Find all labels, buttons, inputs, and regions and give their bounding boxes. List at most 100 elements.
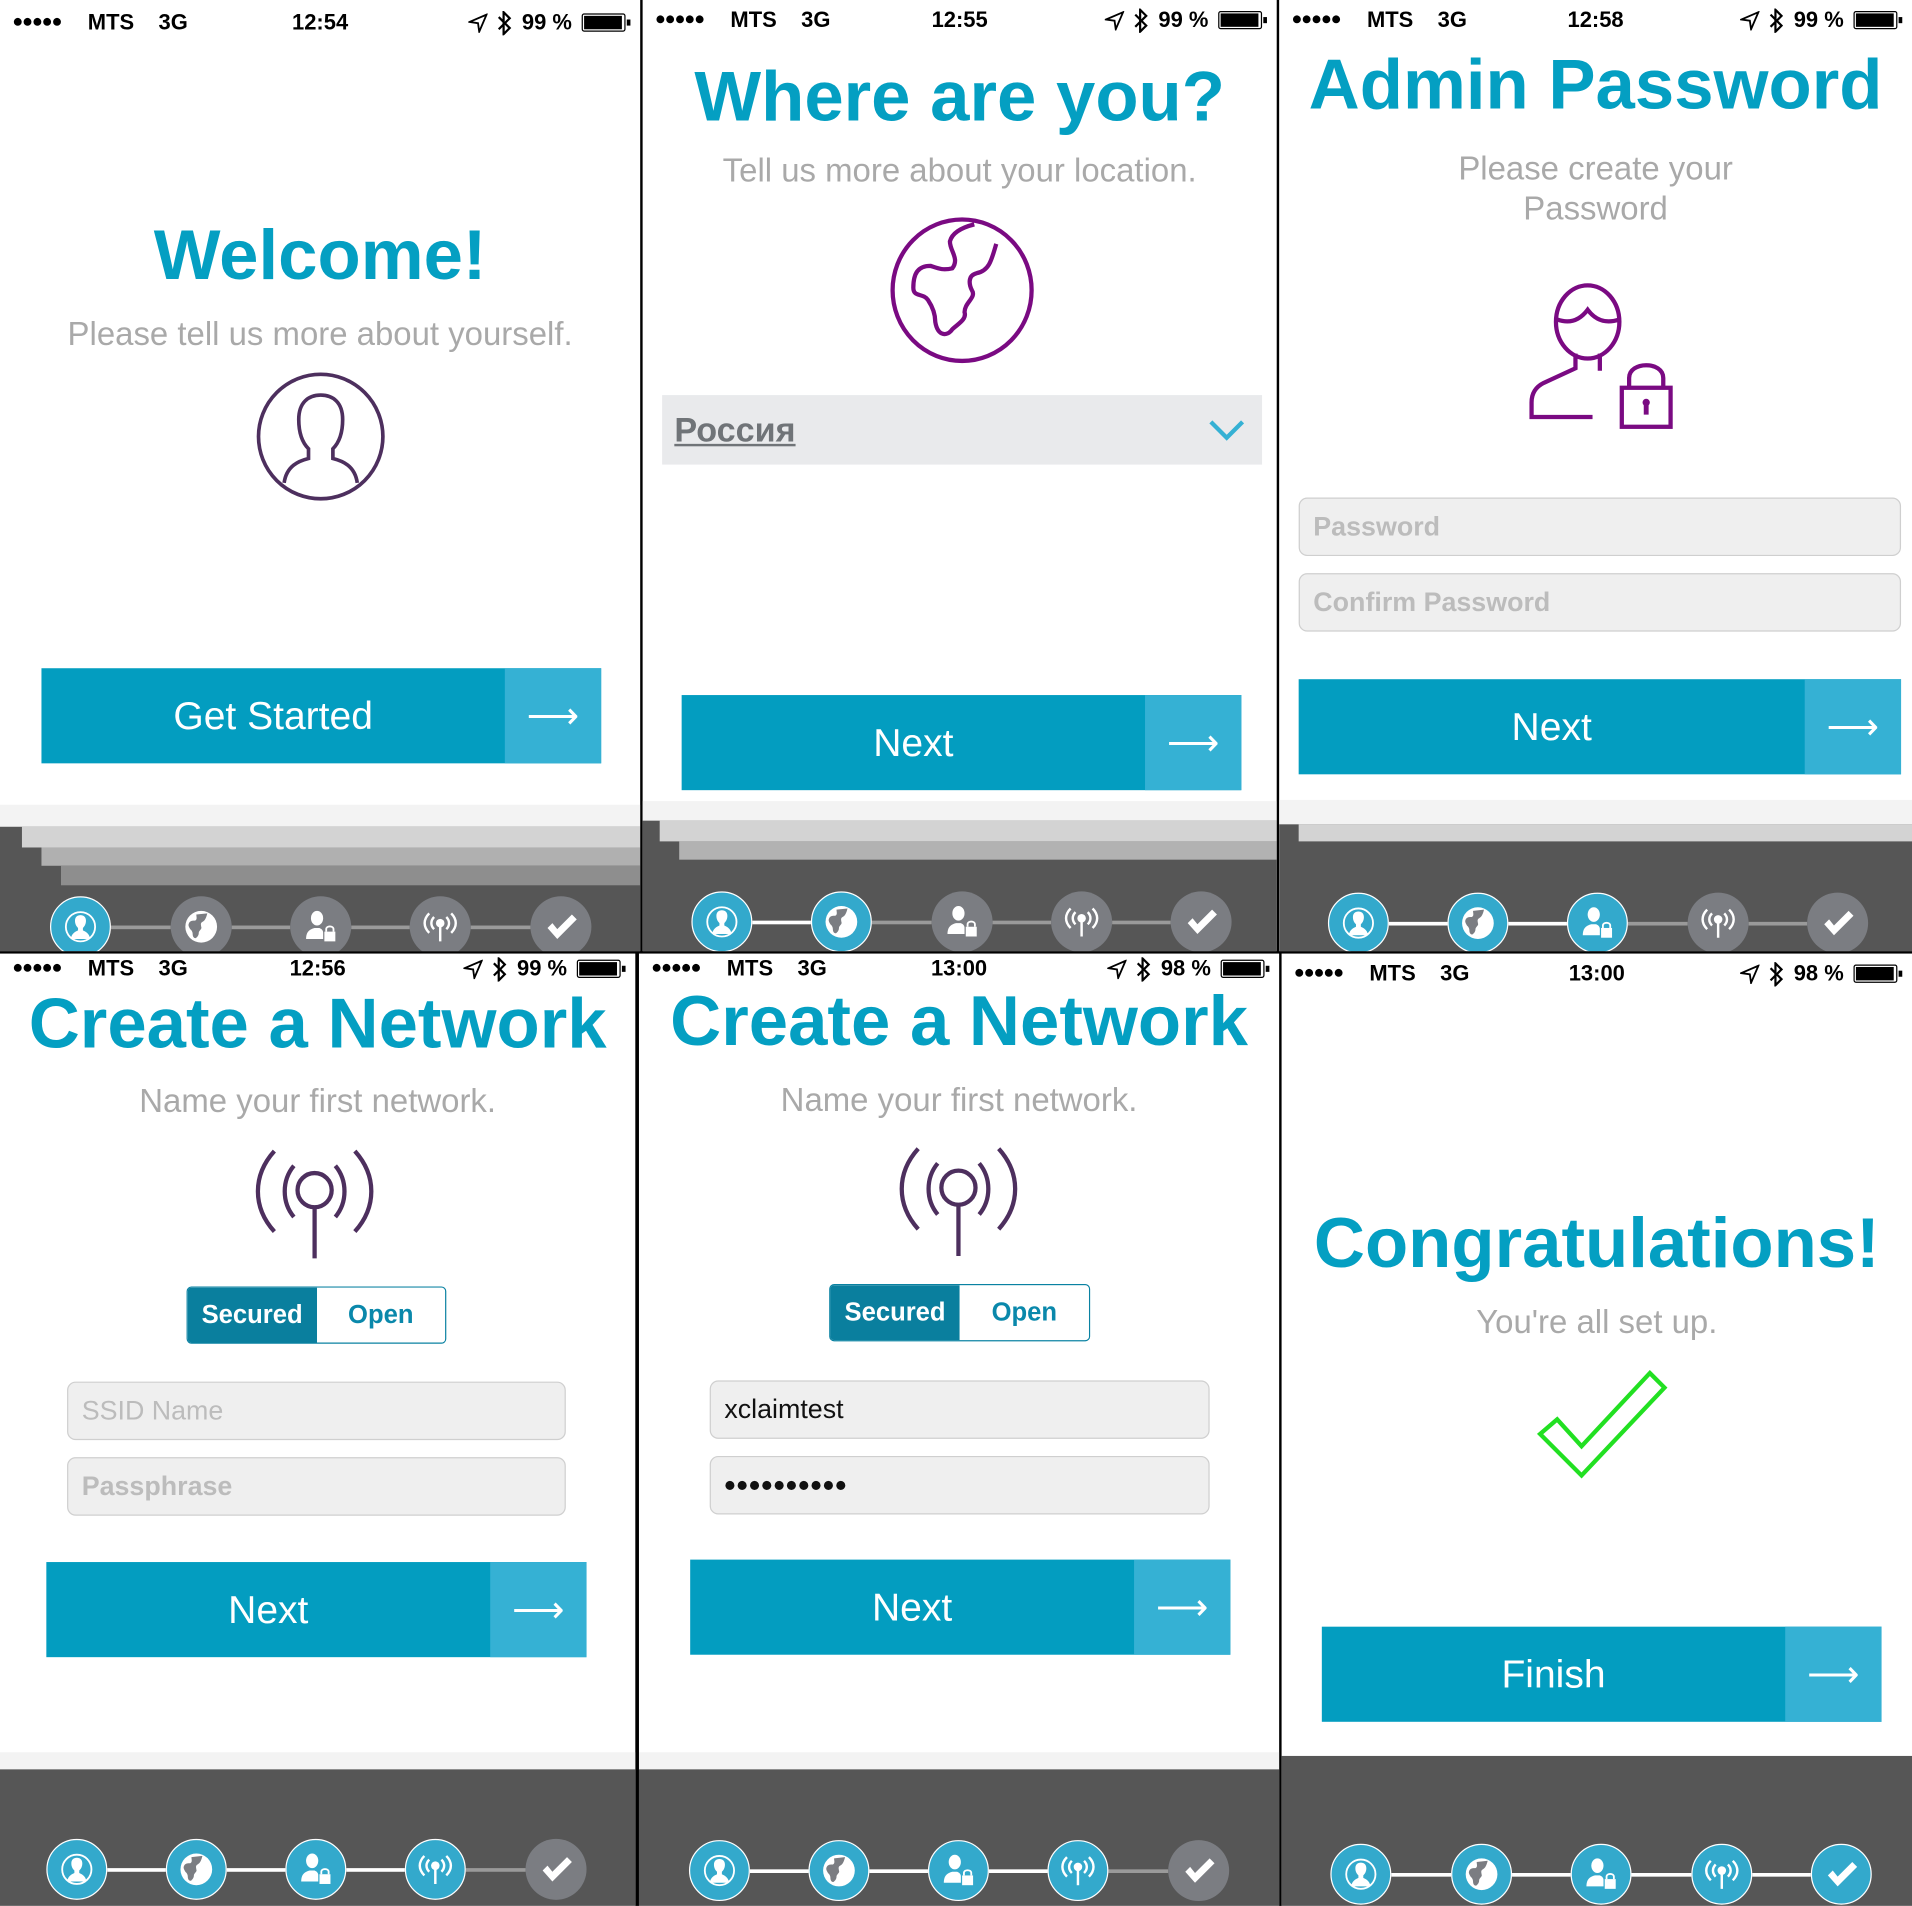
step-connector	[1627, 921, 1688, 926]
step-connector	[465, 1868, 526, 1872]
bluetooth-icon	[497, 10, 512, 35]
location-arrow-icon	[1107, 959, 1127, 979]
step-1[interactable]	[1327, 892, 1389, 952]
step-2[interactable]	[1447, 892, 1509, 952]
step-5[interactable]	[1807, 892, 1869, 952]
step-5[interactable]	[525, 1838, 587, 1900]
step-1[interactable]	[49, 896, 111, 952]
step-5[interactable]	[1168, 1840, 1230, 1902]
user-lock-icon	[940, 1852, 977, 1889]
step-2[interactable]	[810, 891, 872, 952]
status-bar: ●●●●● MTS 3G 13:00 98 %	[639, 954, 1279, 983]
button-label: Next	[873, 720, 954, 764]
segment-open[interactable]: Open	[959, 1285, 1089, 1341]
step-3[interactable]	[290, 896, 352, 952]
step-3[interactable]	[1570, 1843, 1632, 1905]
globe-icon	[890, 217, 1034, 364]
ssid-input[interactable]: SSID Name	[67, 1381, 566, 1441]
footer-layer	[1298, 824, 1912, 842]
location-arrow-icon	[1104, 10, 1125, 30]
step-4[interactable]	[1691, 1843, 1753, 1905]
footer-layer	[679, 841, 1277, 860]
step-4[interactable]	[1687, 892, 1749, 952]
footer-divider	[0, 804, 641, 827]
next-button[interactable]: Next ⟶	[46, 1562, 587, 1658]
password-input[interactable]: Password	[1298, 497, 1902, 557]
step-connector	[869, 1869, 928, 1873]
progress-steps	[1279, 892, 1912, 952]
screen-admin-password: ●●●●● MTS 3G 12:58 99 % Admin Password Pleas…	[1279, 0, 1912, 952]
subtitle: You're all set up.	[1476, 1303, 1718, 1341]
step-connector	[1388, 921, 1448, 926]
subtitle: Name your first network.	[780, 1081, 1138, 1119]
finish-button[interactable]: Finish ⟶	[1321, 1626, 1882, 1722]
step-5[interactable]	[1810, 1843, 1872, 1905]
step-1[interactable]	[691, 891, 753, 952]
step-connector	[749, 1869, 809, 1873]
ssid-input[interactable]: xclaimtest	[709, 1380, 1210, 1439]
globe-icon	[821, 1852, 858, 1889]
step-4[interactable]	[1051, 891, 1113, 952]
step-1[interactable]	[688, 1840, 750, 1902]
step-3[interactable]	[1566, 892, 1628, 952]
user-lock-icon	[1583, 1856, 1620, 1893]
step-5[interactable]	[1170, 891, 1232, 952]
step-3[interactable]	[285, 1838, 347, 1900]
subtitle: Please tell us more about yourself.	[67, 315, 573, 353]
passphrase-input[interactable]: ••••••••••	[709, 1455, 1210, 1515]
step-1[interactable]	[1330, 1843, 1392, 1905]
step-connector	[470, 925, 531, 930]
footer-divider	[0, 1752, 636, 1770]
antenna-icon	[422, 908, 459, 945]
passphrase-input[interactable]: Passphrase	[67, 1457, 566, 1516]
globe-icon	[1460, 905, 1497, 942]
status-bar: ●●●●● MTS 3G 13:00 98 %	[1282, 958, 1912, 987]
page-title: Create a Network	[28, 984, 607, 1064]
footer-divider	[1279, 799, 1912, 825]
next-button[interactable]: Next ⟶	[681, 695, 1242, 791]
confirm-password-input[interactable]: Confirm Password	[1298, 573, 1902, 632]
next-button[interactable]: Next ⟶	[1298, 679, 1902, 775]
step-3[interactable]	[931, 891, 993, 952]
person-icon	[62, 908, 99, 945]
person-icon	[59, 1851, 96, 1888]
globe-icon	[1463, 1856, 1500, 1893]
step-3[interactable]	[927, 1840, 989, 1902]
step-4[interactable]	[409, 896, 471, 952]
button-label: Next	[228, 1587, 309, 1631]
step-connector	[1748, 921, 1808, 926]
step-4[interactable]	[404, 1838, 466, 1900]
segment-secured[interactable]: Secured	[187, 1287, 317, 1343]
battery-percent: 98 %	[1793, 960, 1844, 986]
get-started-button[interactable]: Get Started ⟶	[41, 668, 602, 764]
step-2[interactable]	[165, 1838, 227, 1900]
button-label: Next	[1511, 704, 1592, 749]
person-icon	[1340, 905, 1377, 942]
step-4[interactable]	[1047, 1840, 1109, 1902]
antenna-icon	[255, 1149, 374, 1259]
step-1[interactable]	[46, 1838, 108, 1900]
antenna-icon	[1060, 1852, 1097, 1889]
step-5[interactable]	[530, 896, 592, 952]
step-connector	[110, 925, 171, 930]
next-button[interactable]: Next ⟶	[690, 1559, 1231, 1655]
step-2[interactable]	[808, 1840, 870, 1902]
location-arrow-icon	[1740, 963, 1760, 984]
subtitle: Name your first network.	[139, 1082, 497, 1120]
step-2[interactable]	[170, 896, 232, 952]
footer-layer	[21, 826, 641, 848]
step-connector	[346, 1868, 405, 1872]
step-2[interactable]	[1451, 1843, 1513, 1905]
country-select[interactable]: Россия	[662, 395, 1263, 465]
segment-secured[interactable]: Secured	[830, 1285, 960, 1341]
antenna-icon	[1700, 905, 1737, 942]
step-connector	[1752, 1872, 1811, 1877]
segment-open[interactable]: Open	[316, 1287, 446, 1343]
page-title: Congratulations!	[1313, 1203, 1880, 1283]
step-connector	[752, 920, 811, 925]
globe-icon	[178, 1851, 215, 1888]
battery-percent: 99 %	[521, 9, 572, 35]
status-bar: ●●●●● MTS 3G 12:54 99 %	[0, 7, 640, 36]
antenna-icon	[1704, 1856, 1741, 1893]
location-arrow-icon	[463, 959, 483, 979]
